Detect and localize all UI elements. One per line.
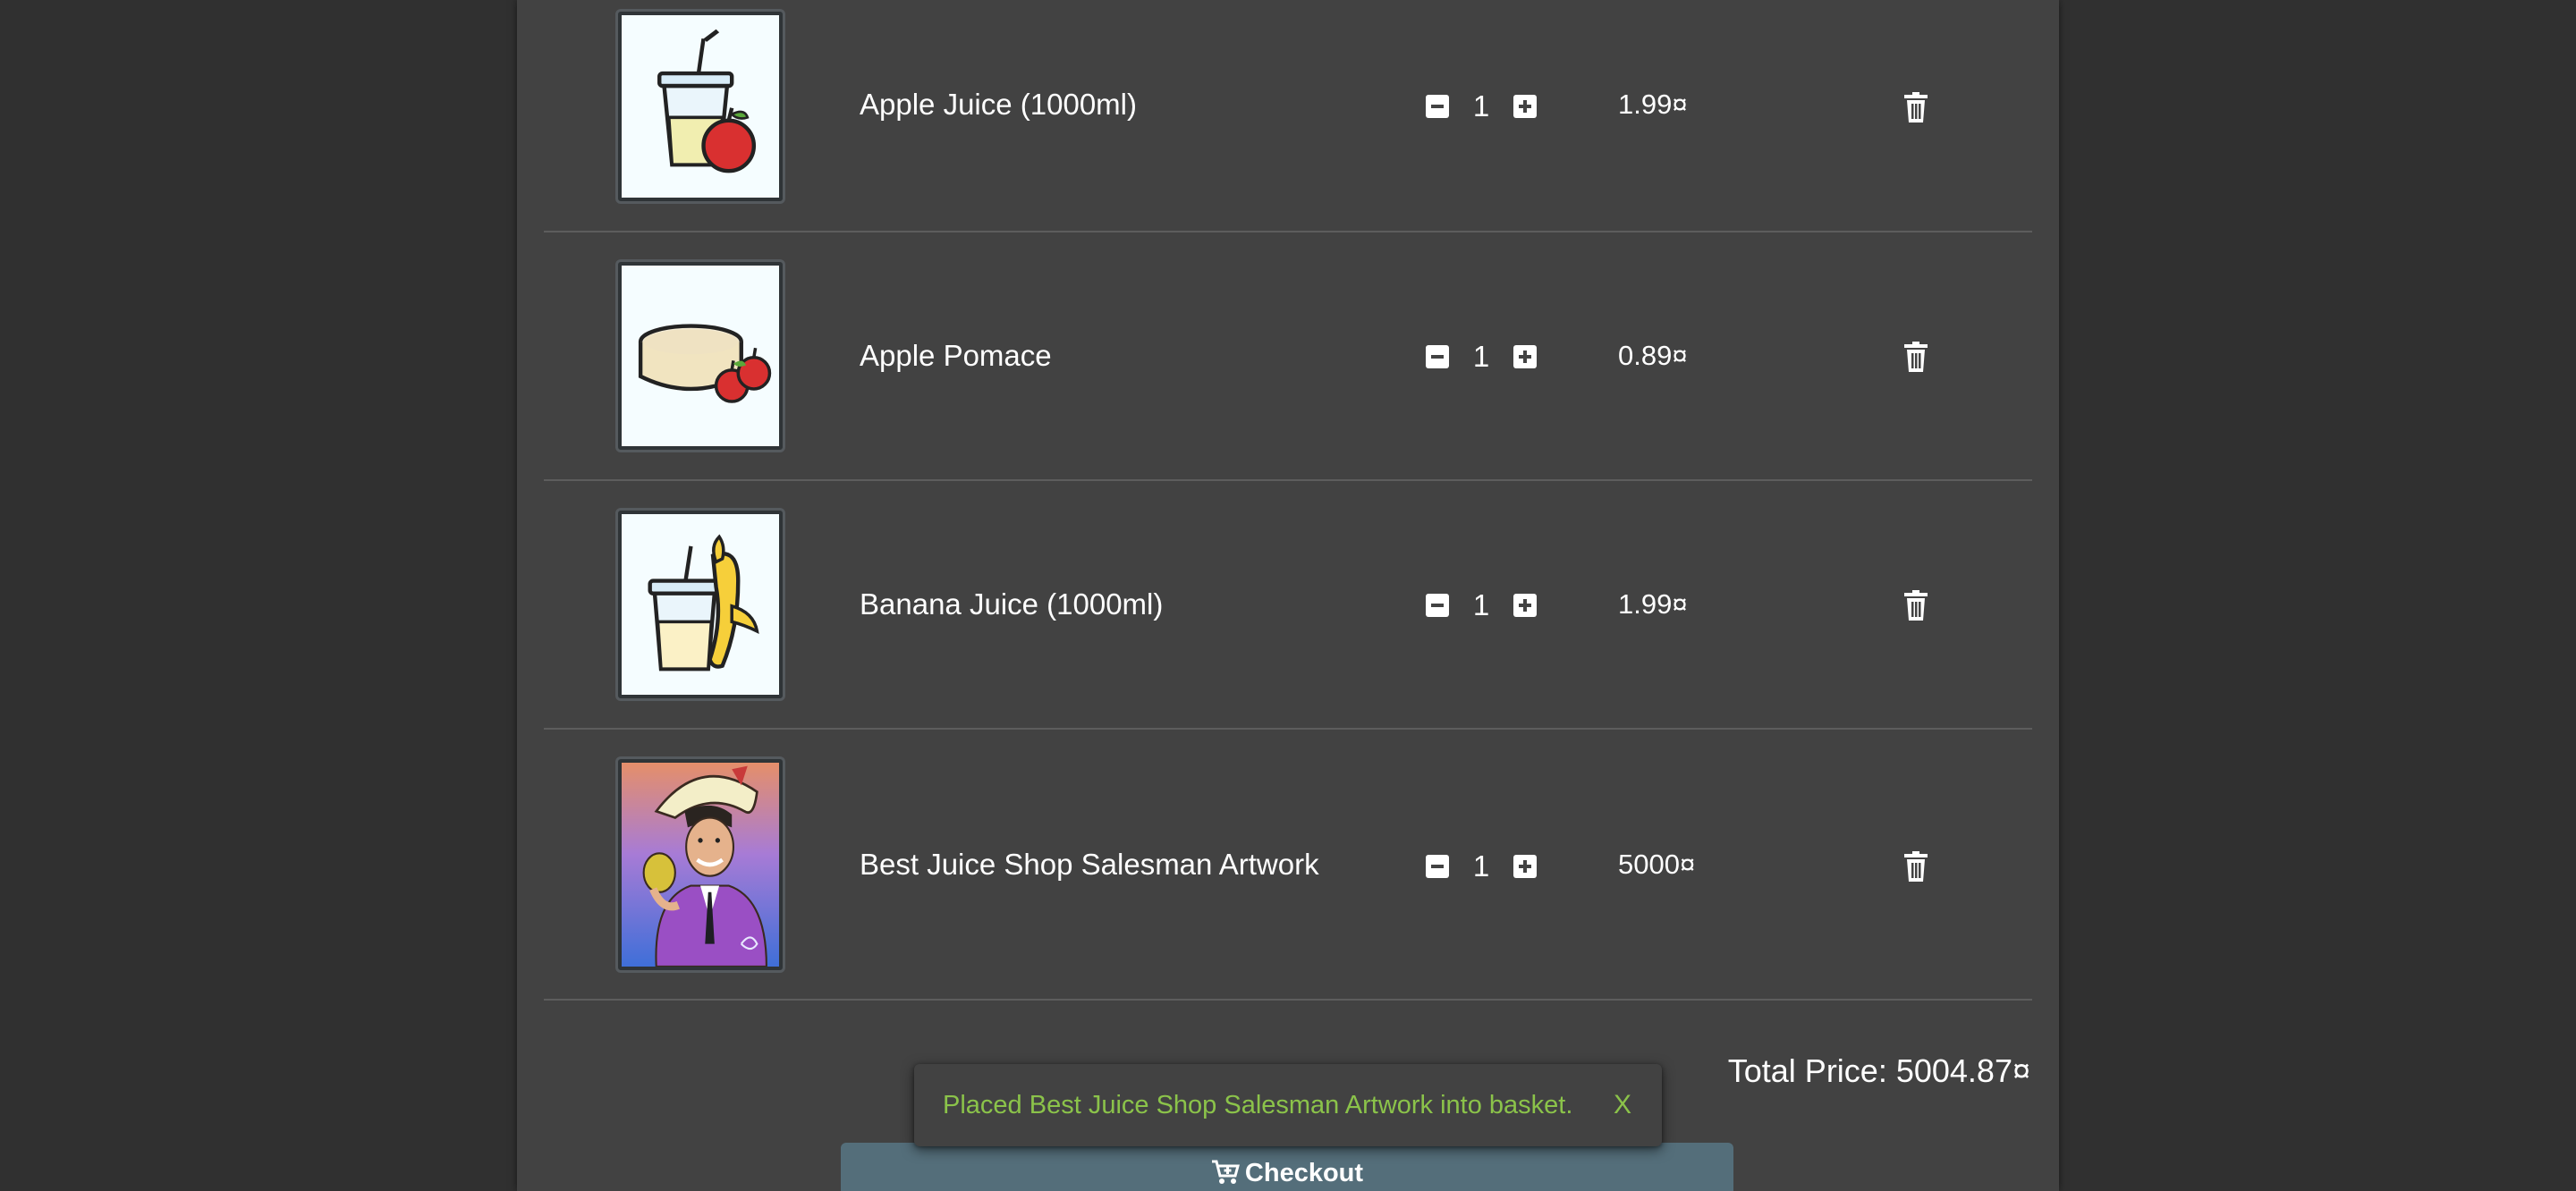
quantity-stepper: 1 (1426, 89, 1537, 124)
item-name: Banana Juice (1000ml) (860, 587, 1164, 621)
quantity-stepper: 1 (1426, 339, 1537, 375)
total-price: Total Price: 5004.87¤ (1727, 1052, 2030, 1089)
trash-icon[interactable] (1904, 590, 1928, 621)
snackbar-close-button[interactable]: X (1614, 1090, 1631, 1120)
table-row: Apple Juice (1000ml) 1 1.99¤ (544, 0, 2032, 232)
apple-juice-image (615, 9, 785, 204)
item-price: 0.89¤ (1618, 340, 1688, 371)
checkout-label: Checkout (1244, 1159, 1364, 1187)
trash-icon[interactable] (1904, 342, 1928, 372)
apple-pomace-image (615, 259, 785, 452)
quantity-stepper: 1 (1426, 849, 1537, 884)
item-name: Apple Juice (1000ml) (860, 88, 1137, 121)
snackbar: Placed Best Juice Shop Salesman Artwork … (914, 1064, 1662, 1146)
plus-icon[interactable] (1513, 345, 1537, 368)
item-name: Best Juice Shop Salesman Artwork (860, 848, 1319, 881)
table-row: Best Juice Shop Salesman Artwork 1 5000¤ (544, 730, 2032, 1001)
salesman-artwork-image (615, 756, 785, 973)
table-row: Banana Juice (1000ml) 1 1.99¤ (544, 481, 2032, 730)
trash-icon[interactable] (1904, 851, 1928, 882)
snackbar-message: Placed Best Juice Shop Salesman Artwork … (943, 1090, 1573, 1119)
plus-icon[interactable] (1513, 855, 1537, 878)
item-name: Apple Pomace (860, 339, 1052, 372)
quantity-value: 1 (1472, 849, 1490, 883)
quantity-value: 1 (1472, 89, 1490, 122)
cart-icon (1211, 1160, 1240, 1184)
plus-icon[interactable] (1513, 95, 1537, 118)
checkout-button[interactable]: Checkout (841, 1143, 1733, 1191)
page: Apple Juice (1000ml) 1 1.99¤ Apple Pomac… (0, 0, 2576, 1191)
basket-table: Apple Juice (1000ml) 1 1.99¤ Apple Pomac… (544, 0, 2032, 1001)
banana-juice-image (615, 508, 785, 701)
item-price: 1.99¤ (1618, 588, 1688, 620)
basket-card: Apple Juice (1000ml) 1 1.99¤ Apple Pomac… (517, 0, 2059, 1191)
minus-icon[interactable] (1426, 855, 1449, 878)
plus-icon[interactable] (1513, 594, 1537, 617)
minus-icon[interactable] (1426, 594, 1449, 617)
table-row: Apple Pomace 1 0.89¤ (544, 232, 2032, 481)
quantity-stepper: 1 (1426, 587, 1537, 623)
trash-icon[interactable] (1904, 92, 1928, 122)
quantity-value: 1 (1472, 340, 1490, 373)
item-price: 5000¤ (1618, 849, 1696, 880)
quantity-value: 1 (1472, 588, 1490, 621)
minus-icon[interactable] (1426, 95, 1449, 118)
minus-icon[interactable] (1426, 345, 1449, 368)
item-price: 1.99¤ (1618, 89, 1688, 120)
